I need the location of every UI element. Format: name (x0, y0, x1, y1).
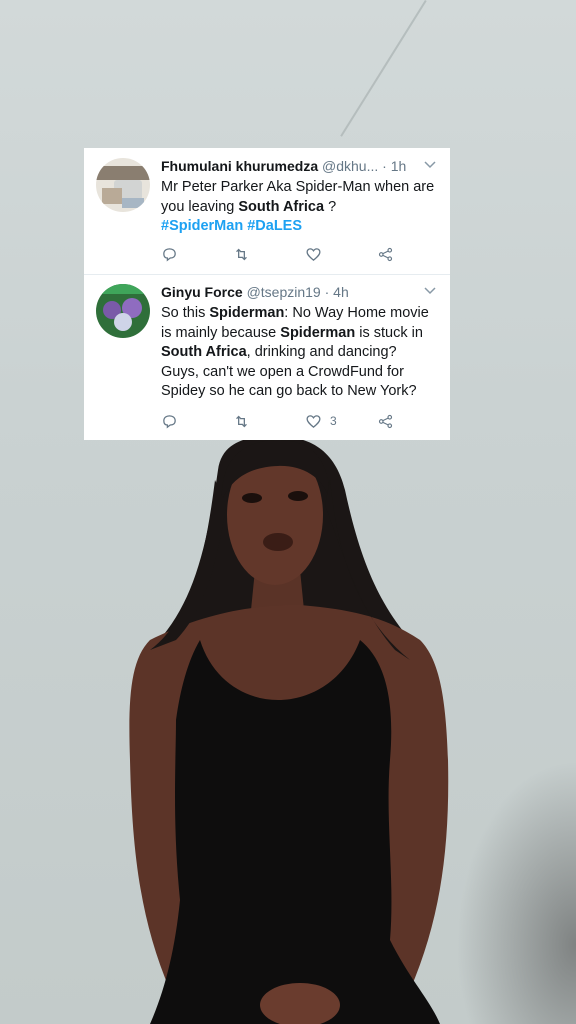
retweet-icon (236, 415, 247, 427)
tweet-text: Mr Peter Parker Aka Spider-Man when are … (161, 178, 438, 237)
like-count: 3 (330, 414, 337, 428)
reply-button[interactable] (161, 411, 178, 431)
tweet-text-bold: Spiderman (280, 324, 356, 341)
like-button[interactable]: 3 (305, 411, 337, 431)
tweet-1[interactable]: Fhumulani khurumedza @dkhu... · 1h Mr Pe… (84, 148, 450, 272)
retweet-icon (236, 248, 247, 260)
heart-icon (306, 247, 321, 261)
tweet-text-bold: Spiderman (209, 305, 285, 321)
tweet-screenshot-card: Fhumulani khurumedza @dkhu... · 1h Mr Pe… (84, 148, 450, 440)
share-icon (378, 247, 393, 261)
tweet-divider (84, 274, 450, 275)
tweet-text-part: is stuck in (355, 324, 423, 341)
tweet-actions (161, 244, 431, 264)
share-button[interactable] (377, 244, 394, 264)
display-name[interactable]: Fhumulani khurumedza (161, 158, 318, 174)
hashtag-link[interactable]: #DaLES (247, 218, 302, 234)
display-name[interactable]: Ginyu Force (161, 284, 243, 300)
reply-icon (163, 414, 176, 428)
tweet-actions: 3 (161, 411, 431, 431)
reply-icon (163, 247, 176, 261)
tweet-text: So this Spiderman: No Way Home movie is … (161, 304, 438, 402)
timestamp[interactable]: · 4h (325, 284, 349, 300)
share-button[interactable] (377, 411, 394, 431)
avatar-fhumulani[interactable] (96, 158, 150, 212)
tweet-header: Ginyu Force @tsepzin19 · 4h (161, 284, 436, 302)
chevron-down-icon[interactable] (424, 160, 436, 172)
tweet-header: Fhumulani khurumedza @dkhu... · 1h (161, 158, 436, 176)
tweet-2[interactable]: Ginyu Force @tsepzin19 · 4h So this Spid… (84, 276, 450, 440)
hashtag-link[interactable]: #SpiderMan (161, 218, 243, 234)
heart-icon (306, 414, 321, 428)
tweet-text-bold: South Africa (238, 198, 325, 215)
reply-button[interactable] (161, 244, 178, 264)
avatar-image (96, 284, 150, 338)
retweet-button[interactable] (233, 244, 250, 264)
handle[interactable]: @tsepzin19 (247, 284, 321, 300)
retweet-button[interactable] (233, 411, 250, 431)
avatar-ginyu-force[interactable] (96, 284, 150, 338)
share-icon (378, 414, 393, 428)
avatar-image (96, 158, 150, 212)
tweet-text-part: ? (324, 198, 337, 215)
handle[interactable]: @dkhu... (322, 158, 378, 174)
chevron-down-icon[interactable] (424, 286, 436, 298)
tweet-text-bold: South Africa (161, 344, 247, 360)
tweet-text-part: So this (161, 305, 210, 321)
like-button[interactable] (305, 244, 330, 264)
timestamp[interactable]: · 1h (382, 158, 406, 174)
